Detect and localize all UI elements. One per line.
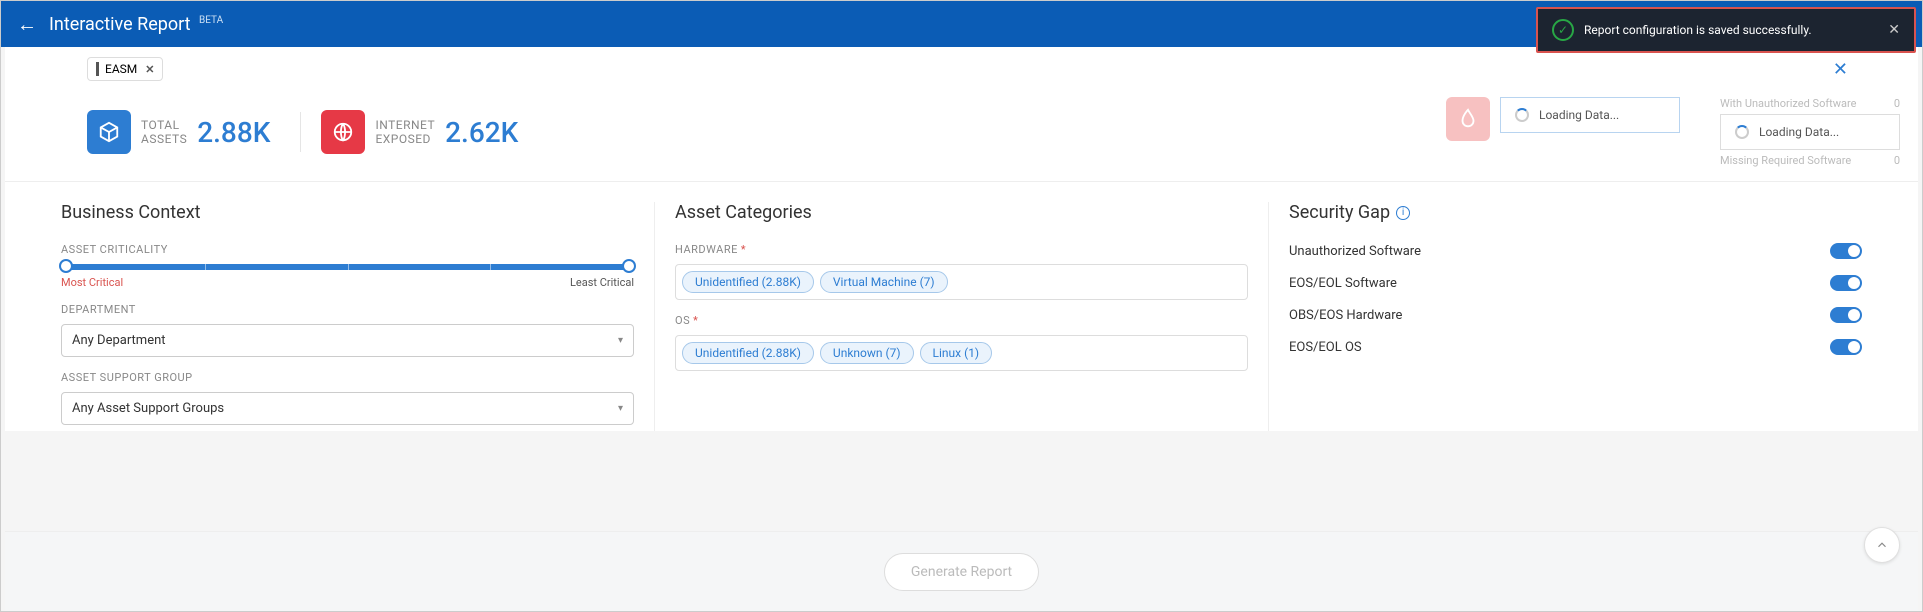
software-extra-col: With Unauthorized Software 0 Loading Data… [1720,97,1900,167]
chevron-down-icon: ▾ [618,403,623,414]
stat-internet-exposed: INTERNET EXPOSED 2.62K [321,110,518,154]
slider-labels: Most Critical Least Critical [61,276,634,289]
footer: Generate Report [5,531,1918,611]
label-least-critical: Least Critical [570,276,634,289]
filter-chip-easm[interactable]: EASM ✕ [87,57,163,81]
missing-software-label: Missing Required Software [1720,154,1851,167]
os-label: OS* [675,314,1248,327]
filter-chip-bar [96,62,99,76]
filter-chip-label: EASM [105,62,137,76]
slider-handle-right[interactable] [622,259,636,273]
slider-tick [205,261,206,271]
criticality-slider[interactable] [63,264,632,270]
department-value: Any Department [72,333,166,348]
stat-label-line1: TOTAL [141,118,187,132]
close-icon[interactable]: ✕ [1888,22,1900,38]
cube-icon [87,110,131,154]
loading-box-2: Loading Data... [1720,114,1900,150]
gap-unauthorized-software: Unauthorized Software [1289,243,1862,259]
stat-total-assets: TOTAL ASSETS 2.88K [87,110,270,154]
toggle-obs-eos-hardware[interactable] [1830,307,1862,323]
gap-obs-eos-hardware: OBS/EOS Hardware [1289,307,1862,323]
loading-text-1: Loading Data... [1539,108,1619,122]
globe-icon [321,110,365,154]
toggle-eos-eol-software[interactable] [1830,275,1862,291]
toast-success: ✓ Report configuration is saved successf… [1536,7,1916,53]
gap-label: OBS/EOS Hardware [1289,308,1402,323]
label-most-critical: Most Critical [61,276,123,289]
generate-report-button[interactable]: Generate Report [884,553,1039,591]
page-title: Interactive Report BETA [49,14,223,35]
toggle-unauthorized-software[interactable] [1830,243,1862,259]
unauth-software-label: With Unauthorized Software [1720,97,1856,110]
filter-chip-remove-icon[interactable]: ✕ [145,63,154,76]
spinner-icon-2 [1735,125,1749,139]
stat-value-exposed: 2.62K [445,116,518,149]
stat-exposed-line1: INTERNET [375,118,435,132]
check-circle-icon: ✓ [1552,19,1574,41]
criticality-label: ASSET CRITICALITY [61,243,634,256]
os-tags[interactable]: Unidentified (2.88K) Unknown (7) Linux (… [675,335,1248,371]
tag-hardware-unidentified[interactable]: Unidentified (2.88K) [682,271,814,293]
page-title-text: Interactive Report [49,14,191,35]
columns: Business Context ASSET CRITICALITY Most … [5,181,1918,431]
fire-icon [1446,97,1490,141]
gap-label: EOS/EOL OS [1289,340,1362,355]
loading-box-1: Loading Data... [1500,97,1680,133]
tag-hardware-vm[interactable]: Virtual Machine (7) [820,271,948,293]
back-arrow-icon[interactable]: ← [17,12,37,37]
support-group-value: Any Asset Support Groups [72,401,224,416]
stat-label-line2: ASSETS [141,132,187,146]
col-asset-categories: Asset Categories HARDWARE* Unidentified … [654,202,1268,431]
tag-os-linux[interactable]: Linux (1) [920,342,993,364]
gap-label: EOS/EOL Software [1289,276,1397,291]
col-business-context: Business Context ASSET CRITICALITY Most … [41,202,654,431]
toast-message: Report configuration is saved successful… [1584,23,1888,37]
gap-eos-eol-os: EOS/EOL OS [1289,339,1862,355]
scroll-to-top-button[interactable] [1864,527,1900,563]
filter-row: EASM ✕ ✕ [5,47,1918,91]
content-area: EASM ✕ ✕ TOTAL ASSETS 2.88K INTERNET EXP… [5,47,1918,431]
tag-os-unknown[interactable]: Unknown (7) [820,342,914,364]
info-icon[interactable]: i [1396,206,1410,220]
slider-tick [348,261,349,271]
hardware-tags[interactable]: Unidentified (2.88K) Virtual Machine (7) [675,264,1248,300]
stat-value-total: 2.88K [197,116,270,149]
stat-exposed-line2: EXPOSED [375,132,435,146]
department-label: DEPARTMENT [61,303,634,316]
stat-label-total: TOTAL ASSETS [141,118,187,147]
security-gap-title: Security Gap i [1289,202,1862,223]
chevron-down-icon: ▾ [618,335,623,346]
support-group-select[interactable]: Any Asset Support Groups ▾ [61,392,634,425]
toggle-eos-eol-os[interactable] [1830,339,1862,355]
missing-software-val: 0 [1894,154,1900,167]
support-group-label: ASSET SUPPORT GROUP [61,371,634,384]
asset-categories-title: Asset Categories [675,202,1248,223]
col-security-gap: Security Gap i Unauthorized Software EOS… [1268,202,1882,431]
spinner-icon [1515,108,1529,122]
department-select[interactable]: Any Department ▾ [61,324,634,357]
security-gap-title-text: Security Gap [1289,202,1390,223]
stat-divider [300,112,301,152]
clear-filters-icon[interactable]: ✕ [1833,59,1848,80]
stat-label-exposed: INTERNET EXPOSED [375,118,435,147]
stats-row: TOTAL ASSETS 2.88K INTERNET EXPOSED 2.62… [5,91,1918,181]
software-status-bottom: Missing Required Software 0 [1720,154,1900,167]
slider-tick [490,261,491,271]
unauth-software-val: 0 [1894,97,1900,110]
gap-label: Unauthorized Software [1289,244,1421,259]
beta-badge: BETA [199,15,223,26]
gap-eos-eol-software: EOS/EOL Software [1289,275,1862,291]
hardware-label: HARDWARE* [675,243,1248,256]
software-status-top: With Unauthorized Software 0 [1720,97,1900,110]
loading-area: Loading Data... With Unauthorized Softwa… [1446,97,1900,167]
loading-text-2: Loading Data... [1759,125,1839,139]
tag-os-unidentified[interactable]: Unidentified (2.88K) [682,342,814,364]
business-context-title: Business Context [61,202,634,223]
slider-handle-left[interactable] [59,259,73,273]
